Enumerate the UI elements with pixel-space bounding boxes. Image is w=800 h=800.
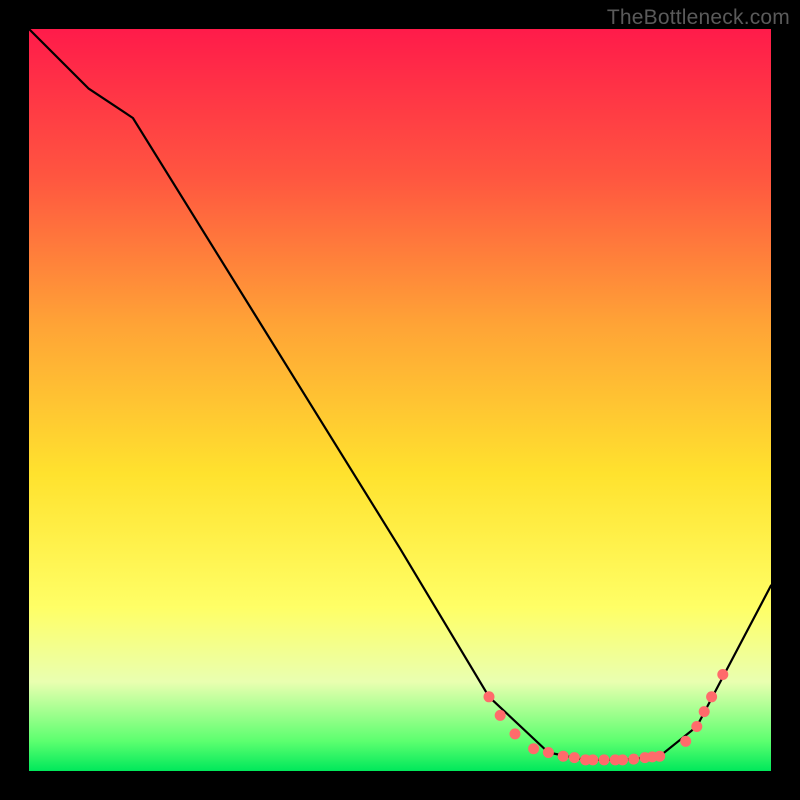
data-point-marker (528, 743, 539, 754)
data-point-marker (654, 751, 665, 762)
data-point-marker (599, 754, 610, 765)
chart-root: { "watermark": "TheBottleneck.com", "col… (0, 0, 800, 800)
data-point-marker (706, 691, 717, 702)
data-point-marker (717, 669, 728, 680)
data-point-marker (628, 754, 639, 765)
data-point-marker (543, 747, 554, 758)
data-point-marker (587, 754, 598, 765)
data-point-marker (510, 728, 521, 739)
marker-group (484, 669, 729, 765)
data-point-marker (699, 706, 710, 717)
data-point-marker (680, 736, 691, 747)
data-point-marker (558, 751, 569, 762)
data-point-marker (691, 721, 702, 732)
watermark-text: TheBottleneck.com (607, 6, 790, 30)
data-point-marker (484, 691, 495, 702)
data-point-marker (495, 710, 506, 721)
data-point-marker (569, 752, 580, 763)
bottleneck-curve (29, 29, 771, 760)
chart-svg (29, 29, 771, 771)
data-point-marker (617, 754, 628, 765)
